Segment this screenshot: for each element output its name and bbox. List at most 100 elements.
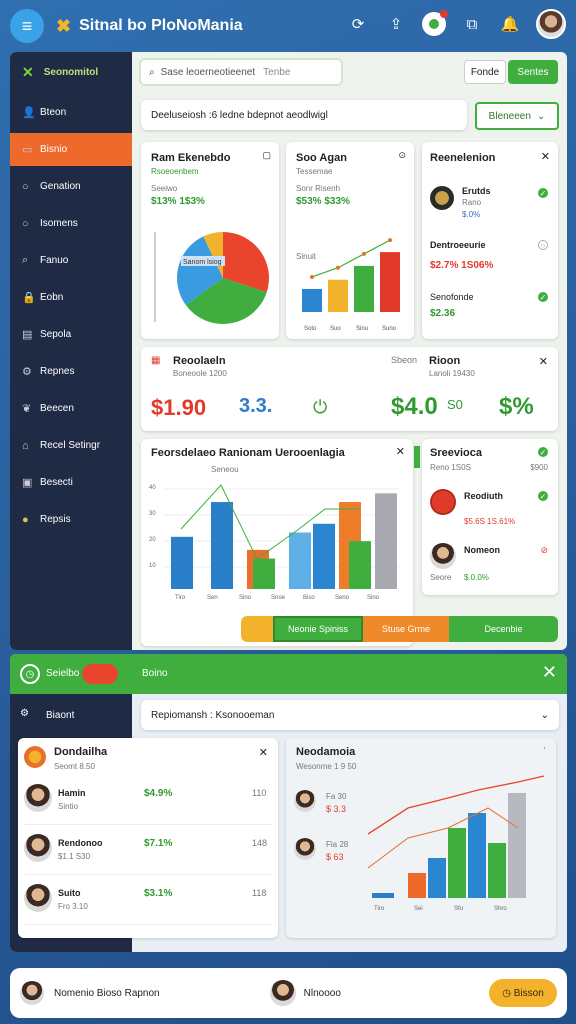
sidebar-item-genation[interactable]: ○ Genation <box>10 170 132 203</box>
big-bar-chart: 40 30 20 10 Tiro Sen Sino Snoe Biso Seno Sino <box>149 484 399 601</box>
y-tick-label: 40 <box>149 485 156 491</box>
panel2-right-label: Boino <box>142 668 168 679</box>
bisson-button[interactable]: ◷ Bisson <box>489 979 557 1007</box>
sidebar-item-label: Sepola <box>40 329 72 340</box>
window-icon[interactable]: ⧉ <box>460 12 484 36</box>
tab-marker[interactable] <box>241 616 273 642</box>
bar <box>428 858 446 898</box>
info-icon[interactable]: ⊙ <box>398 150 406 161</box>
list2-title: Dondailha <box>54 746 108 758</box>
status-icon: ○ <box>538 240 548 250</box>
bar <box>253 558 275 589</box>
menu-button[interactable]: ≡ <box>10 9 44 43</box>
item-sub: Rano <box>462 198 482 207</box>
upload-icon[interactable]: ⇪ <box>384 12 408 36</box>
dropdown-button[interactable]: Bleneeen ⌄ <box>475 102 559 130</box>
sidebar-item-besecti[interactable]: ▣ Besecti <box>10 466 132 499</box>
panel2-search[interactable]: Repiomansh : Ksonooeman ⌄ <box>141 700 559 730</box>
sentes-button[interactable]: Sentes <box>508 60 558 84</box>
clock-icon: ◷ <box>502 987 511 999</box>
close-icon[interactable]: ✕ <box>539 355 548 368</box>
row-value: $3.1% <box>144 888 173 899</box>
bar <box>468 813 486 898</box>
trend-line <box>311 239 391 278</box>
search-icon: ⌕ <box>149 66 155 78</box>
x-tick-label: Sen <box>207 595 218 601</box>
sidebar-item-fanuo[interactable]: ⌕ Fanuo <box>10 244 132 277</box>
chart2-value: $ 63 <box>326 852 344 862</box>
filter-bar[interactable]: Deeluseiosh :6 ledne bdepnot aeodlwigl <box>141 100 467 130</box>
sidebar-item-bisnio[interactable]: ▭ Bisnio <box>10 133 132 166</box>
row-sub: Fro 3.10 <box>58 902 88 911</box>
list2-sub: Seomt 8.50 <box>54 762 95 771</box>
sidebar-item-label: Isomens <box>40 218 78 229</box>
big-chart-card: Feorsdelaeo Ranionam Uerooenlagia ✕ Sene… <box>141 439 413 646</box>
close-icon[interactable]: ✕ <box>259 746 268 759</box>
sidebar-item-beecen[interactable]: ❦ Beecen <box>10 392 132 425</box>
refresh-icon[interactable]: ⟳ <box>346 12 370 36</box>
bottom-middle: Nlnoooo <box>303 987 341 999</box>
row-name: Hamin <box>58 788 86 798</box>
clock-icon: ◷ <box>20 664 40 684</box>
trend-point <box>310 274 314 279</box>
x-tick-label: Sei <box>414 906 423 912</box>
sidebar-header: ✕ Seonomitol <box>10 52 132 92</box>
pie-card-title: Ram Ekenebdo <box>151 152 231 164</box>
chart2-bars: Tiro Sei Sfu Shro <box>368 775 545 912</box>
close-icon[interactable]: ✕ <box>542 662 557 683</box>
x-tick-label: Suo <box>330 326 341 332</box>
checkbox-icon[interactable]: ▢ <box>262 150 271 161</box>
kpi-value-4: $% <box>499 393 534 420</box>
row-name: Suito <box>58 888 81 898</box>
bar <box>488 843 506 898</box>
bar <box>354 265 374 312</box>
chart2-title: Neodamoia <box>296 746 356 758</box>
kpi-sub: Boneoole 1200 <box>173 369 227 378</box>
chevron-icon[interactable]: ˋ <box>543 746 546 756</box>
sidebar-item-recel-setingr[interactable]: ⌂ Recel Setingr <box>10 429 132 462</box>
item-name: Dentroeeurie <box>430 240 486 250</box>
avatar[interactable] <box>20 981 44 1005</box>
avatar[interactable] <box>269 980 296 1006</box>
sidebar-item-isomens[interactable]: ○ Isomens <box>10 207 132 240</box>
sidebar-item-label: Besecti <box>40 477 73 488</box>
chart2-label: Fa 30 <box>326 792 347 801</box>
sidebar-item-eobn[interactable]: 🔒 Eobn <box>10 281 132 314</box>
menu-icon: ≡ <box>21 15 33 36</box>
row-num: 148 <box>252 838 268 848</box>
fonde-button[interactable]: Fonde <box>464 60 506 84</box>
item-sub: Seore <box>430 573 452 582</box>
search-input[interactable]: ⌕ Sase leoerneotieenet Tenbe <box>141 60 341 84</box>
bell-icon[interactable]: 🔔 <box>498 12 522 36</box>
pie-chart: Sanom lsiog <box>154 232 269 324</box>
close-icon[interactable]: ✕ <box>396 445 405 458</box>
error-icon: ⊘ <box>540 545 548 555</box>
kpi-value-1: $1.90 <box>151 395 207 420</box>
status-icon[interactable] <box>422 10 448 36</box>
kpi-card: ▦ Reoolaeln Boneoole 1200 $1.90 3.3. ⏻ S… <box>141 347 558 431</box>
trend-point <box>388 238 392 243</box>
trend-point <box>336 265 340 270</box>
avatar[interactable] <box>536 9 566 39</box>
sidebar-item-sepola[interactable]: ▤ Sepola <box>10 318 132 351</box>
sidebar-item-bteon[interactable]: 👤 Bteon <box>10 96 132 129</box>
bisson-label: Bisson <box>513 987 544 999</box>
bottom-name: Nomenio Bioso Rapnon <box>54 987 160 999</box>
right-card-title: Sreevioca <box>430 447 482 459</box>
filter-text: Deeluseiosh :6 ledne bdepnot aeodlwigl <box>151 109 328 121</box>
panel2-side-label: Biaont <box>46 710 75 721</box>
tab-stuse[interactable]: Stuse Grme <box>363 616 449 642</box>
close-icon[interactable]: ✕ <box>22 64 34 81</box>
tab-decenbie[interactable]: Decenbie <box>449 616 558 642</box>
close-icon[interactable]: ✕ <box>541 150 550 163</box>
sidebar-item-repnes[interactable]: ⚙ Repnes <box>10 355 132 388</box>
kpi-right-label: Sbeon <box>391 355 418 365</box>
item-avatar <box>24 746 46 768</box>
red-toggle[interactable] <box>82 664 118 684</box>
pie-card-value: $13% 1$3% <box>151 196 205 207</box>
tab-neonie[interactable]: Neonie Spiniss <box>273 616 363 642</box>
chart2-card: Neodamoia Wesonme 1 9 50 ˋ Fa 30 $ 3.3 F… <box>286 738 556 938</box>
row-sub: Sintio <box>58 802 79 811</box>
plug-icon: ⏻ <box>313 397 328 417</box>
sidebar-item-repsis[interactable]: ● Repsis <box>10 503 132 536</box>
